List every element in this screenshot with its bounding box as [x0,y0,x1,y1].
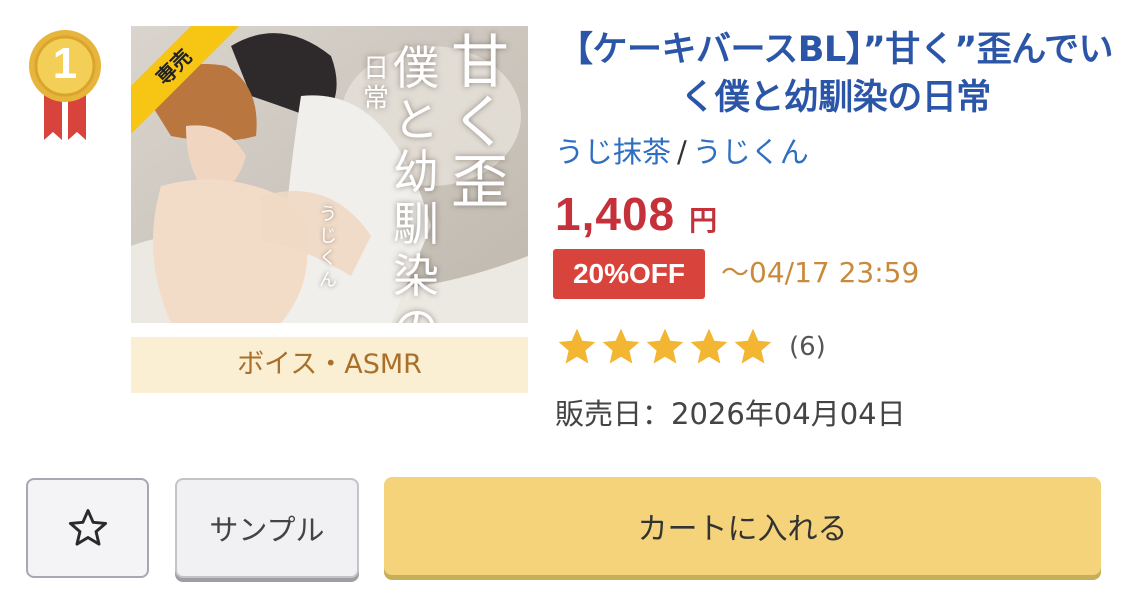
author-link[interactable]: うじくん [693,135,809,169]
star-outline-icon [68,509,107,546]
product-cover-image[interactable]: 専売 甘く歪 僕と幼馴染の 日常 うじくん [131,26,528,323]
rating[interactable]: (6) [555,324,826,370]
rank-medal: 1 [22,28,108,146]
cover-author-text: うじくん [319,204,337,291]
star-icon [555,325,599,369]
rank-number: 1 [52,39,78,88]
cover-title-text: 僕と幼馴染の [393,41,439,323]
star-icon [687,325,731,369]
category-tag: ボイス・ASMR [131,337,528,393]
creator-separator: / [677,135,687,169]
circle-link[interactable]: うじ抹茶 [555,135,671,169]
star-icon [599,325,643,369]
product-creators: うじ抹茶 / うじくん [555,132,809,172]
cover-title-text: 日常 [363,54,390,114]
price-value: 1,408 [555,188,676,240]
release-date: 販売日：2026年04月04日 [555,397,906,431]
rating-count[interactable]: (6) [789,332,826,362]
price-currency: 円 [689,204,718,237]
cover-title-text: 甘く歪 [451,28,510,216]
sale-deadline: 〜04/17 23:59 [721,256,920,289]
sample-button[interactable]: サンプル [175,478,359,578]
add-to-cart-button[interactable]: カートに入れる [384,477,1101,575]
price: 1,408 円 [555,186,717,242]
discount-badge: 20%OFF [553,249,705,299]
star-icon [731,325,775,369]
product-title[interactable]: 【ケーキバースBL】”甘く”歪んでいく僕と幼馴染の日常 [553,26,1118,122]
favorite-button[interactable] [26,478,149,578]
star-icon [643,325,687,369]
